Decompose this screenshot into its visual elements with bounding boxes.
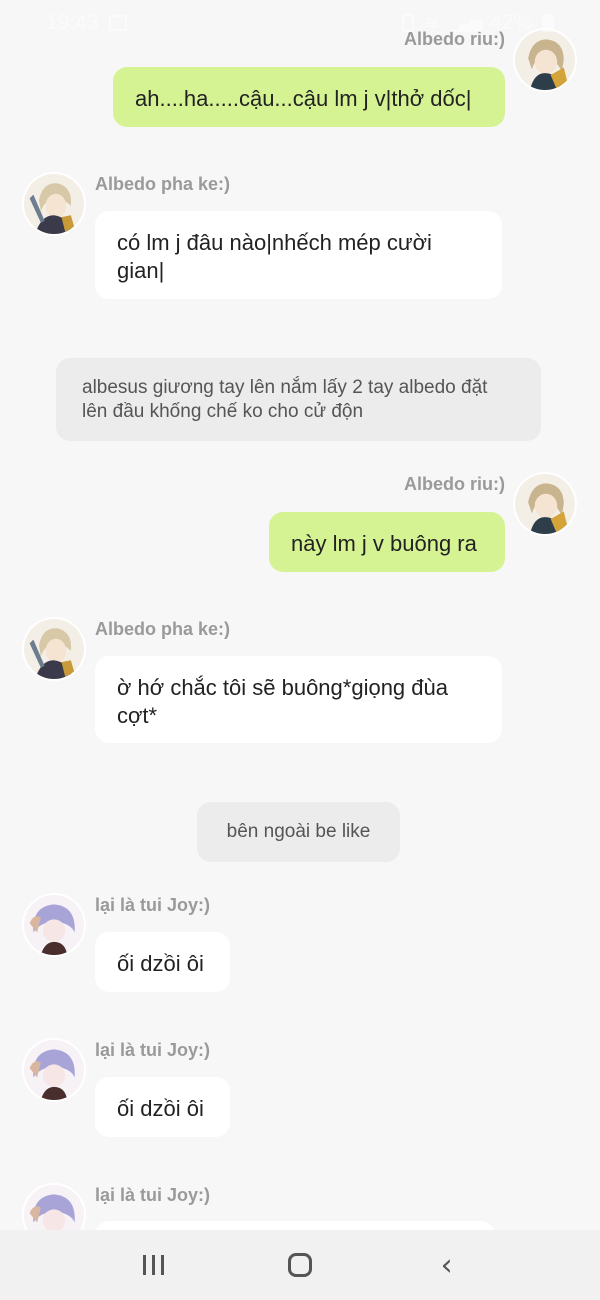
albedo-avatar-icon	[515, 474, 575, 534]
message-bubble[interactable]: ối dzồi ôi	[95, 1077, 230, 1137]
navigation-bar: ‹	[0, 1230, 600, 1300]
message-bubble[interactable]: ối dzồi ôi	[95, 932, 230, 992]
avatar[interactable]	[22, 1038, 86, 1102]
albedo-avatar-icon	[24, 619, 84, 679]
status-bar: 19:43 ≋ ▁▃▅ 42%	[0, 0, 600, 46]
message-bubble[interactable]: ah....ha.....cậu...cậu lm j v|thở dốc|	[113, 67, 505, 127]
joy-avatar-icon	[24, 1185, 84, 1230]
message-bubble[interactable]: này lm j v buông ra	[269, 512, 505, 572]
image-notification-icon	[108, 15, 127, 31]
status-right: ≋ ▁▃▅ 42%	[401, 11, 554, 35]
sender-name: Albedo riu:)	[404, 474, 505, 494]
sender-name: Albedo pha ke:)	[95, 619, 231, 639]
joy-avatar-icon	[24, 895, 84, 955]
signal-icon: ▁▃▅	[449, 15, 482, 32]
message-bubble[interactable]: ờ hớ chắc tôi sẽ buông*giọng đùa cợt*	[95, 656, 502, 743]
albedo-avatar-icon	[24, 174, 84, 234]
wifi-icon: ≋	[423, 12, 440, 33]
message-bubble[interactable]: có lm j đâu nào|nhếch mép cười gian|	[95, 211, 502, 299]
back-button[interactable]: ‹	[417, 1240, 477, 1290]
recents-button[interactable]	[123, 1240, 183, 1290]
avatar[interactable]	[22, 893, 86, 957]
sender-name: lại là tui Joy:)	[95, 1040, 211, 1060]
narration-message[interactable]: bên ngoài be like	[197, 802, 400, 862]
home-icon	[287, 1253, 312, 1277]
home-button[interactable]	[270, 1240, 330, 1290]
avatar[interactable]	[22, 172, 86, 236]
sender-name: Albedo pha ke:)	[95, 174, 231, 194]
sender-name: lại là tui Joy:)	[95, 1185, 211, 1205]
avatar[interactable]	[22, 617, 86, 681]
back-icon: ‹	[440, 1247, 453, 1283]
sender-name: lại là tui Joy:)	[95, 895, 211, 915]
avatar[interactable]	[513, 472, 577, 536]
battery-icon	[542, 14, 554, 32]
narration-message[interactable]: albesus giương tay lên nắm lấy 2 tay alb…	[56, 358, 541, 441]
battery-percent: 42%	[489, 11, 532, 34]
status-time: 19:43	[46, 11, 99, 34]
chat-area[interactable]: Albedo riu:) ah....ha.....cậu...cậu lm j…	[0, 0, 600, 1230]
status-left: 19:43	[46, 11, 127, 35]
recents-icon	[142, 1255, 164, 1275]
avatar[interactable]	[22, 1183, 86, 1230]
sim-icon	[401, 14, 414, 32]
joy-avatar-icon	[24, 1040, 84, 1100]
message-bubble[interactable]	[95, 1221, 495, 1230]
